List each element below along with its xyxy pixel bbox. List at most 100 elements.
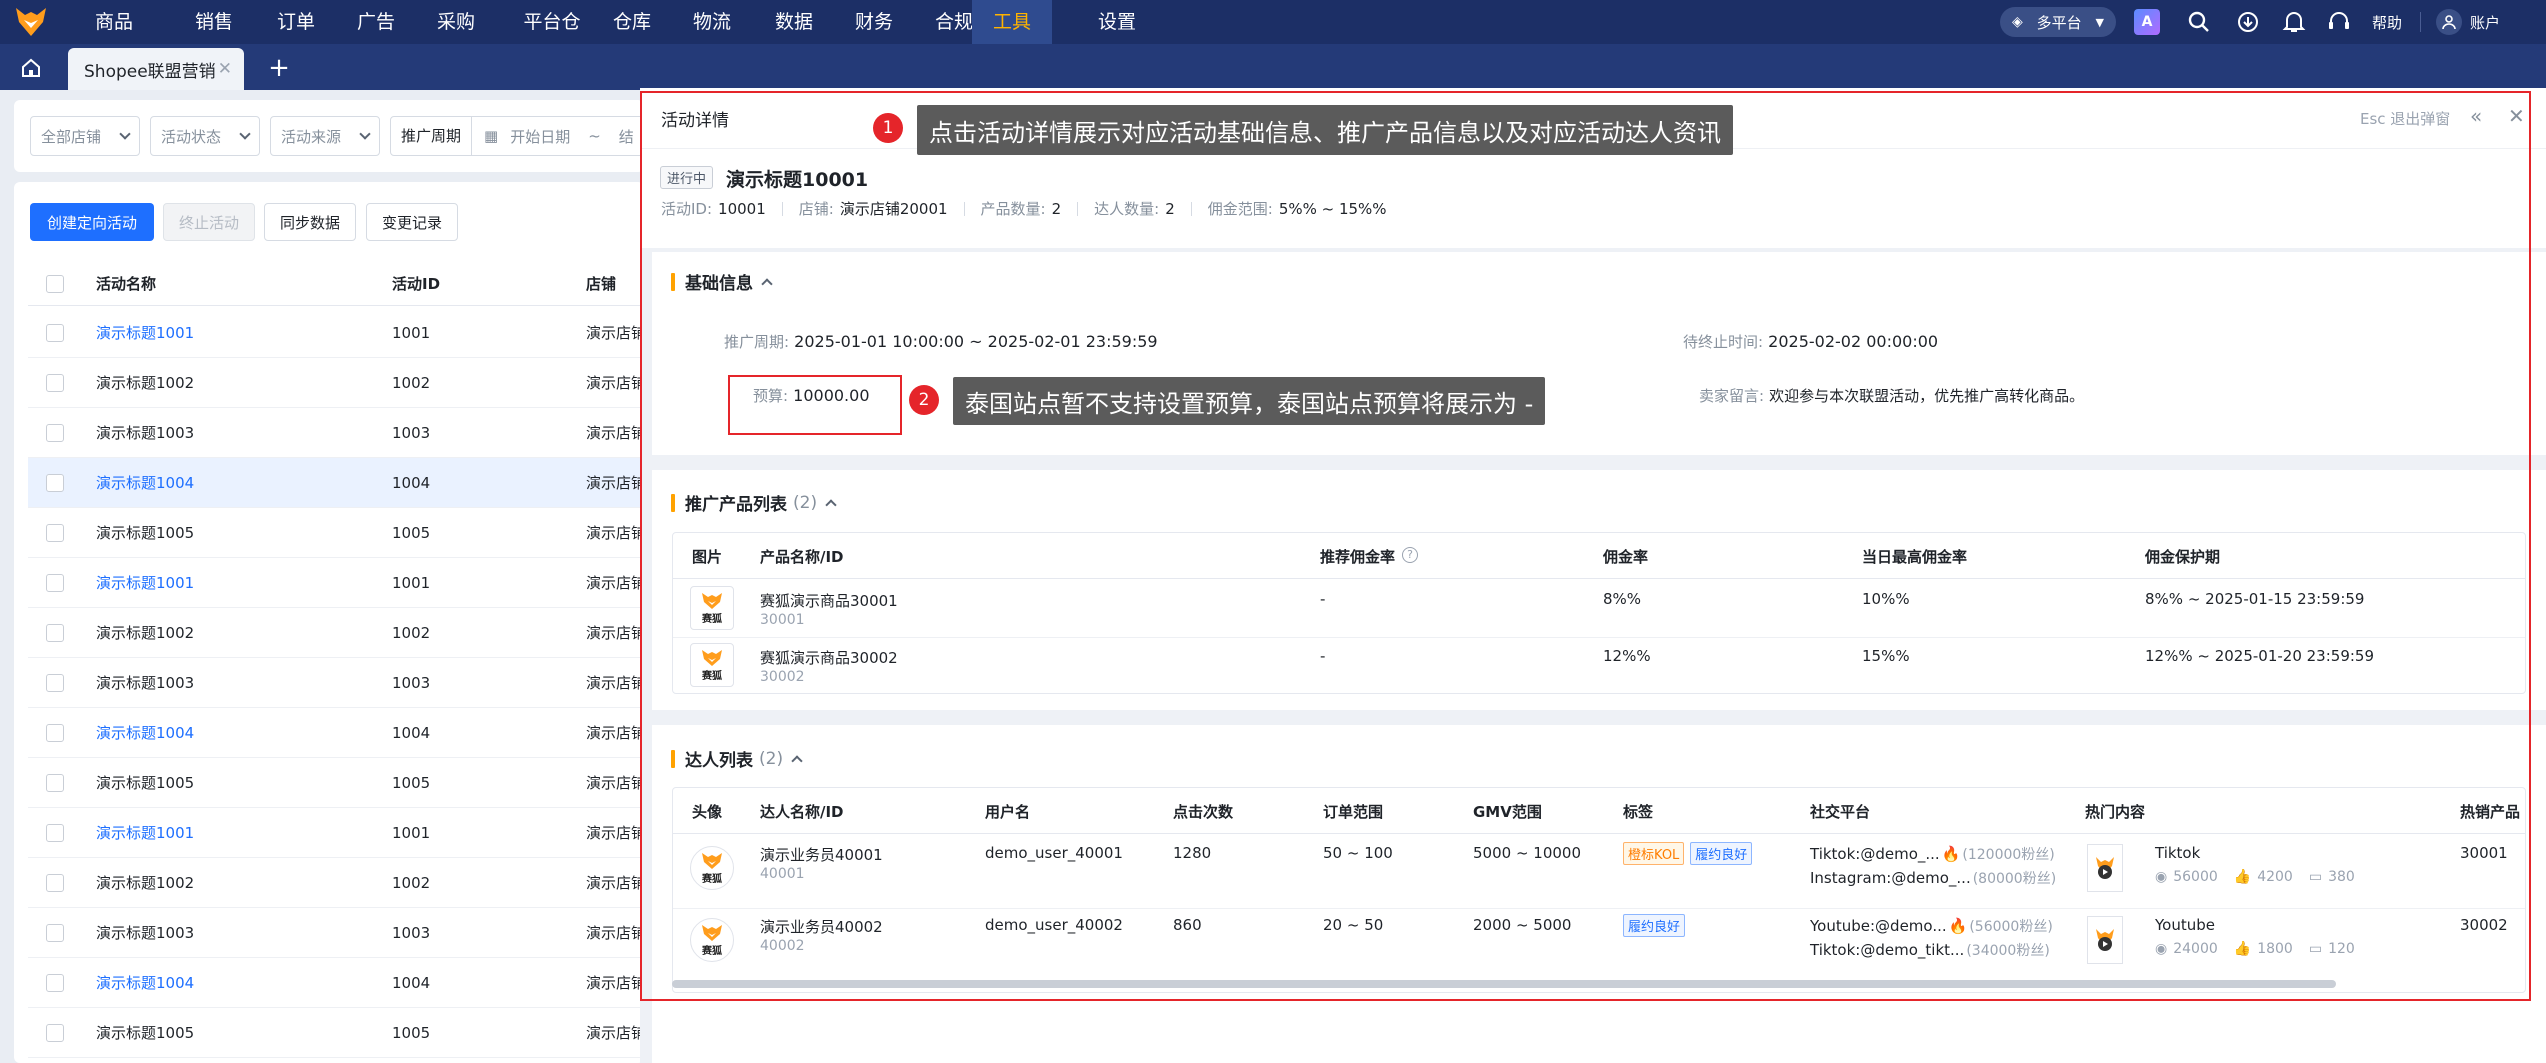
table-row[interactable]: 演示标题1004 1004 演示店铺 [28,958,644,1008]
create-activity-button[interactable]: 创建定向活动 [30,203,154,241]
chevron-down-icon [119,128,131,140]
row-checkbox[interactable] [46,374,64,392]
menu-item-4[interactable]: 广告 [348,0,404,44]
activity-name-link[interactable]: 演示标题1001 [96,308,194,358]
activity-name-link[interactable]: 演示标题1003 [96,908,194,958]
shop-name: 演示店铺 [586,824,644,842]
menu-item-2[interactable]: 销售 [186,0,242,44]
menu-item-9[interactable]: 数据 [766,0,822,44]
table-row[interactable]: 演示标题1003 1003 演示店铺 [28,658,644,708]
bell-icon[interactable] [2282,9,2306,35]
brand-logo[interactable] [14,6,48,38]
activity-name-link[interactable]: 演示标题1005 [96,508,194,558]
download-icon[interactable] [2236,10,2260,34]
activity-name-link[interactable]: 演示标题1003 [96,408,194,458]
add-tab-icon[interactable]: + [266,52,292,84]
stop-activity-button[interactable]: 终止活动 [163,203,255,241]
select-all-checkbox[interactable] [46,275,64,293]
table-row[interactable]: 演示标题1004 1004 演示店铺 [28,458,644,508]
menu-item-10[interactable]: 财务 [846,0,902,44]
activity-name-link[interactable]: 演示标题1005 [96,1008,194,1058]
row-checkbox[interactable] [46,874,64,892]
period-range-picker[interactable]: 推广周期 ▦ 开始日期 ~ 结 [390,116,660,156]
calendar-icon: ▦ [484,127,499,145]
activity-name-link[interactable]: 演示标题1002 [96,858,194,908]
shop-select[interactable]: 全部店铺 [30,116,140,156]
shop-name: 演示店铺 [586,474,644,492]
menu-item-5[interactable]: 采购 [428,0,484,44]
activity-name-link[interactable]: 演示标题1004 [96,708,194,758]
change-log-button[interactable]: 变更记录 [366,203,458,241]
sync-data-button[interactable]: 同步数据 [264,203,356,241]
table-row[interactable]: 演示标题1005 1005 演示店铺 [28,758,644,808]
activity-name-link[interactable]: 演示标题1003 [96,658,194,708]
activity-name-link[interactable]: 演示标题1004 [96,958,194,1008]
row-checkbox[interactable] [46,1024,64,1042]
row-checkbox[interactable] [46,524,64,542]
row-checkbox[interactable] [46,824,64,842]
row-checkbox[interactable] [46,974,64,992]
account-menu[interactable]: 账户 [2470,0,2520,44]
start-date-input[interactable]: 开始日期 [510,126,570,147]
activity-id: 1005 [392,1024,431,1042]
platform-label: 多平台 [2036,13,2082,32]
table-row[interactable]: 演示标题1002 1002 演示店铺 [28,358,644,408]
table-row[interactable]: 演示标题1003 1003 演示店铺 [28,908,644,958]
menu-item-3[interactable]: 订单 [268,0,324,44]
table-row[interactable]: 演示标题1005 1005 演示店铺 [28,508,644,558]
activity-name-link[interactable]: 演示标题1001 [96,808,194,858]
help-link[interactable]: 帮助 [2372,0,2412,44]
row-checkbox[interactable] [46,474,64,492]
table-row[interactable]: 演示标题1004 1004 演示店铺 [28,708,644,758]
home-tab[interactable] [10,50,52,86]
user-avatar-icon[interactable] [2436,9,2462,35]
activity-name-link[interactable]: 演示标题1002 [96,358,194,408]
row-checkbox[interactable] [46,624,64,642]
table-row[interactable]: 演示标题1001 1001 演示店铺 [28,308,644,358]
row-checkbox[interactable] [46,424,64,442]
row-checkbox[interactable] [46,924,64,942]
search-icon[interactable] [2186,9,2212,35]
shop-name: 演示店铺 [586,674,644,692]
menu-item-7[interactable]: 仓库 [604,0,660,44]
shop-name: 演示店铺 [586,974,644,992]
row-checkbox[interactable] [46,674,64,692]
platform-selector[interactable]: ◈ 多平台 ▼ [2000,7,2116,37]
activity-id: 1005 [392,524,431,542]
end-date-input[interactable]: 结 [619,126,634,147]
tab-shopee-affiliate[interactable]: Shopee联盟营销 ✕ [68,48,244,90]
row-checkbox[interactable] [46,574,64,592]
layers-icon: ◈ [2012,14,2023,30]
activity-id: 1003 [392,424,431,442]
table-row[interactable]: 演示标题1002 1002 演示店铺 [28,858,644,908]
source-select[interactable]: 活动来源 [270,116,380,156]
callout-number-1: 1 [873,113,903,143]
menu-item-8[interactable]: 物流 [684,0,740,44]
row-checkbox[interactable] [46,774,64,792]
menu-item-1[interactable]: 商品 [86,0,142,44]
table-row[interactable]: 演示标题1001 1001 演示店铺 [28,808,644,858]
activity-name-link[interactable]: 演示标题1004 [96,458,194,508]
status-select[interactable]: 活动状态 [150,116,260,156]
menu-item-12[interactable]: 工具 [972,0,1052,44]
activity-name-link[interactable]: 演示标题1001 [96,558,194,608]
ai-icon[interactable]: A [2134,9,2160,35]
shop-name: 演示店铺 [586,574,644,592]
headset-icon[interactable] [2326,9,2352,35]
shop-name: 演示店铺 [586,1024,644,1042]
row-checkbox[interactable] [46,324,64,342]
home-icon [22,58,40,77]
row-checkbox[interactable] [46,724,64,742]
activity-name-link[interactable]: 演示标题1002 [96,608,194,658]
caret-down-icon: ▼ [2095,15,2104,29]
col-activity-id: 活动ID [392,275,441,293]
table-row[interactable]: 演示标题1003 1003 演示店铺 [28,408,644,458]
range-separator: ~ [588,127,601,145]
menu-item-6[interactable]: 平台仓 [514,0,590,44]
activity-name-link[interactable]: 演示标题1005 [96,758,194,808]
close-icon[interactable]: ✕ [218,59,232,79]
table-row[interactable]: 演示标题1005 1005 演示店铺 [28,1008,644,1058]
menu-item-13[interactable]: 设置 [1086,0,1148,44]
table-row[interactable]: 演示标题1002 1002 演示店铺 [28,608,644,658]
table-row[interactable]: 演示标题1001 1001 演示店铺 [28,558,644,608]
